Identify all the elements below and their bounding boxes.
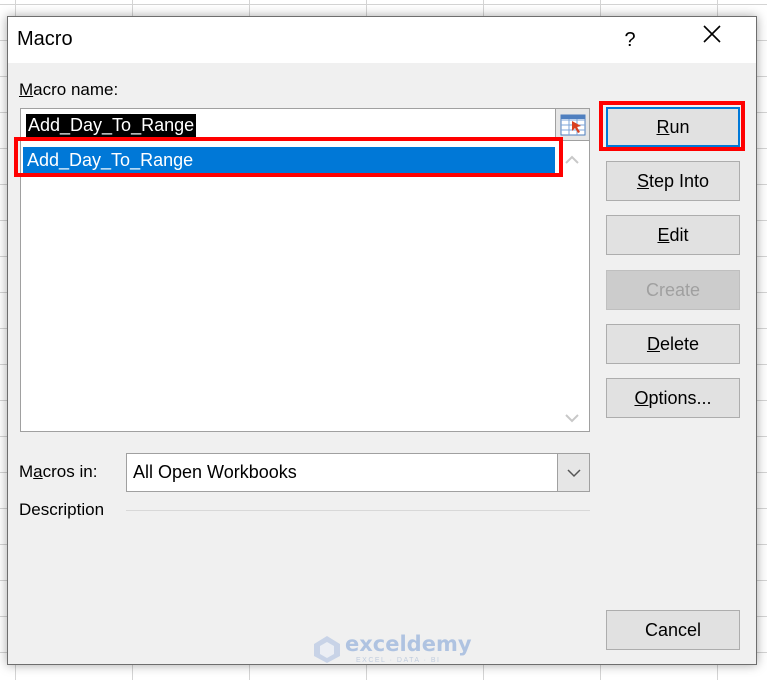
description-label: Description bbox=[19, 500, 105, 519]
range-selector-icon bbox=[560, 114, 585, 135]
watermark-brand: exceldemy bbox=[345, 632, 472, 656]
delete-button[interactable]: Delete bbox=[606, 324, 740, 364]
list-item[interactable]: Add_Day_To_Range bbox=[23, 147, 555, 173]
description-divider bbox=[126, 510, 590, 511]
dialog-title: Macro bbox=[17, 28, 73, 50]
macro-name-value[interactable]: Add_Day_To_Range bbox=[26, 114, 197, 137]
close-icon bbox=[703, 25, 721, 43]
edit-button[interactable]: Edit bbox=[606, 215, 740, 255]
macro-list[interactable]: Add_Day_To_Range bbox=[20, 140, 590, 432]
scroll-up-button[interactable] bbox=[555, 147, 589, 173]
macro-dialog: Macro ? Macro name: Add_Day_To_Range Add… bbox=[7, 16, 757, 665]
macros-in-value: All Open Workbooks bbox=[133, 462, 297, 482]
range-selector-button[interactable] bbox=[555, 109, 589, 140]
scroll-down-button[interactable] bbox=[555, 405, 589, 431]
macros-in-label: Macros in: bbox=[19, 462, 98, 481]
help-button[interactable]: ? bbox=[614, 23, 646, 57]
macro-name-label: Macro name: bbox=[19, 80, 119, 99]
options-button[interactable]: Options... bbox=[606, 378, 740, 418]
create-button[interactable]: Create bbox=[606, 270, 740, 310]
macro-name-input[interactable]: Add_Day_To_Range bbox=[20, 108, 590, 141]
cancel-button[interactable]: Cancel bbox=[606, 610, 740, 650]
run-button[interactable]: Run bbox=[606, 107, 740, 147]
list-scrollbar[interactable] bbox=[555, 141, 589, 431]
chevron-down-icon bbox=[565, 414, 579, 423]
step-into-button[interactable]: Step Into bbox=[606, 161, 740, 201]
watermark-tagline: EXCEL · DATA · BI bbox=[356, 657, 441, 664]
macros-in-select[interactable]: All Open Workbooks bbox=[126, 453, 590, 492]
chevron-down-icon bbox=[566, 468, 581, 477]
chevron-up-icon bbox=[565, 155, 579, 164]
watermark: exceldemy EXCEL · DATA · BI bbox=[312, 632, 472, 664]
exceldemy-logo-icon bbox=[314, 636, 340, 663]
dropdown-button[interactable] bbox=[557, 454, 589, 491]
title-bar: Macro ? bbox=[8, 17, 756, 63]
close-button[interactable] bbox=[694, 23, 730, 57]
